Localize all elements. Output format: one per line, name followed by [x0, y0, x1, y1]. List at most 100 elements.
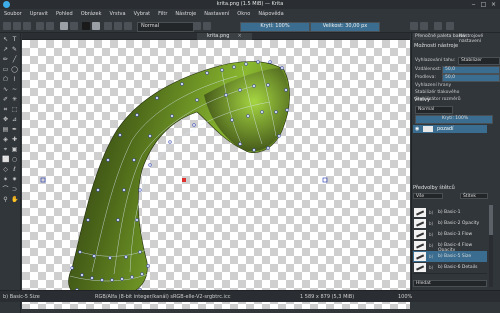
menu-edit[interactable]: Upravit — [26, 9, 52, 17]
status-zoom[interactable]: 100% — [398, 294, 412, 300]
wrap-around-icon[interactable] — [434, 22, 442, 30]
tab-tool-options[interactable]: Nástrojové nastavení — [457, 33, 500, 45]
rect-select-icon[interactable]: ⬜ — [2, 156, 9, 163]
document-tab-label: krita.png — [207, 33, 230, 39]
reference-image-icon[interactable]: ▣ — [11, 146, 18, 153]
menu-image[interactable]: Obrázek — [77, 9, 106, 17]
layer-blend-select[interactable]: Normal — [415, 106, 453, 114]
new-document-icon[interactable] — [3, 22, 11, 30]
alpha-lock-icon[interactable] — [193, 22, 201, 30]
undo-icon[interactable] — [36, 22, 44, 30]
minimize-icon[interactable]: ‒ — [470, 1, 477, 8]
preset-tag-select[interactable]: Štítek — [460, 193, 488, 199]
preset-name: b) Basic-6 Details — [438, 265, 478, 270]
ellipse-select-icon[interactable]: ○ — [11, 156, 18, 163]
maximize-icon[interactable]: □ — [480, 1, 487, 8]
fill-tool-icon[interactable]: ◈ — [2, 136, 9, 143]
select-shapes-icon[interactable]: ↖ — [2, 36, 9, 43]
smoothing-select[interactable]: Stabilizer — [458, 57, 500, 65]
preset-number: b) — [429, 221, 434, 226]
mirror-vertical-icon[interactable] — [420, 22, 428, 30]
document-tab[interactable]: krita.png × — [197, 33, 252, 40]
brush-settings-icon[interactable] — [114, 22, 122, 30]
save-icon[interactable] — [23, 22, 31, 30]
blend-mode-select[interactable]: Normal — [137, 22, 194, 32]
presets-scrollbar[interactable] — [489, 205, 493, 287]
menu-view[interactable]: Pohled — [52, 9, 77, 17]
gradient-tool-icon[interactable]: ▤ — [2, 126, 9, 133]
opacity-slider[interactable]: Krytí: 100% — [240, 22, 310, 32]
redo-icon[interactable] — [46, 22, 54, 30]
polyline-tool-icon[interactable]: ⌇ — [11, 76, 18, 83]
preset-number: b) — [429, 232, 434, 237]
background-color-swatch[interactable] — [92, 22, 100, 30]
menu-window[interactable]: Okno — [233, 9, 254, 17]
document-tabbar: krita.png × — [22, 33, 410, 40]
layer-thumbnail — [423, 126, 433, 132]
open-document-icon[interactable] — [13, 22, 21, 30]
transform-tool-icon[interactable]: ⬚ — [11, 106, 18, 113]
calligraphy-icon[interactable]: ✎ — [11, 46, 18, 53]
multibrush-icon[interactable]: ✳ — [11, 96, 18, 103]
scrollbar-thumb[interactable] — [489, 205, 493, 235]
preset-thumbnail — [414, 263, 426, 272]
color-picker-icon[interactable]: ✒ — [11, 126, 18, 133]
measure-tool-icon[interactable]: ⌖ — [2, 146, 9, 153]
freehand-select-icon[interactable]: ℓ — [11, 166, 18, 173]
freehand-path-icon[interactable]: ~ — [11, 86, 18, 93]
canvas[interactable] — [22, 40, 410, 309]
main-toolbar: Normal Krytí: 100% Velikost: 30,00 px — [0, 19, 500, 33]
rectangle-tool-icon[interactable]: ▭ — [2, 66, 9, 73]
menu-settings[interactable]: Nastavení — [200, 9, 233, 17]
preset-filter-select[interactable]: Vše — [413, 193, 443, 199]
assistant-tool-icon[interactable]: ⊿ — [11, 116, 18, 123]
similar-select-icon[interactable]: ✷ — [11, 176, 18, 183]
zoom-tool-icon[interactable]: ⚲ — [2, 196, 9, 203]
crop-tool-icon[interactable]: ⌗ — [2, 106, 9, 113]
pan-tool-icon[interactable]: ✋ — [11, 196, 18, 203]
preset-thumbnail — [414, 252, 426, 261]
menu-layer[interactable]: Vrstva — [106, 9, 130, 17]
menu-file[interactable]: Soubor — [0, 9, 26, 17]
eraser-mode-icon[interactable] — [124, 22, 132, 30]
menu-select[interactable]: Vybrat — [130, 9, 155, 17]
edit-shapes-icon[interactable]: ↗ — [2, 46, 9, 53]
delay-slider[interactable]: 50,0 — [442, 74, 500, 82]
pattern-icon[interactable] — [70, 22, 78, 30]
menu-filter[interactable]: Filtr — [154, 9, 171, 17]
bezier-tool-icon[interactable]: ∿ — [2, 86, 9, 93]
smart-patch-icon[interactable]: ✚ — [11, 136, 18, 143]
text-tool-icon[interactable]: T — [11, 36, 18, 43]
preset-number: b) — [429, 243, 434, 248]
preset-search-input[interactable]: Hledat — [413, 280, 487, 287]
menu-help[interactable]: Nápověda — [254, 9, 287, 17]
layer-row[interactable]: ◉ pozadí — [413, 125, 487, 133]
magnetic-select-icon[interactable]: ⊃ — [11, 186, 18, 193]
brush-preset-icon[interactable] — [104, 22, 112, 30]
preset-item[interactable]: b) b) Basic-6 Details — [413, 262, 487, 274]
freehand-brush-icon[interactable]: ✏ — [2, 56, 9, 63]
distance-slider[interactable]: 50,0 — [442, 66, 500, 74]
workspace-icon[interactable] — [446, 22, 454, 30]
close-tab-icon[interactable]: × — [237, 33, 241, 39]
contiguous-select-icon[interactable]: ✶ — [2, 176, 9, 183]
smoothing-label: Vyhlazování tahu: — [415, 58, 456, 63]
eye-icon[interactable]: ◉ — [415, 126, 421, 132]
foreground-color-swatch[interactable] — [82, 22, 90, 30]
status-bar: b) Basic-5 Size RGB/Alfa (8-bit integer/… — [0, 290, 500, 302]
eraser-icon[interactable] — [203, 22, 211, 30]
size-slider[interactable]: Velikost: 30,00 px — [310, 22, 380, 32]
polygon-tool-icon[interactable]: ⬠ — [2, 76, 9, 83]
polygon-select-icon[interactable]: ◇ — [2, 166, 9, 173]
close-icon[interactable]: × — [490, 1, 497, 8]
move-tool-icon[interactable]: ✥ — [2, 116, 9, 123]
mirror-horizontal-icon[interactable] — [410, 22, 418, 30]
layer-opacity-slider[interactable]: Krytí: 100% — [415, 115, 493, 124]
bezier-select-icon[interactable]: ⌒ — [2, 186, 9, 193]
ellipse-tool-icon[interactable]: ◯ — [11, 66, 18, 73]
menu-tools[interactable]: Nástroje — [171, 9, 200, 17]
line-tool-icon[interactable]: ╱ — [11, 56, 18, 63]
dynamic-brush-icon[interactable]: ✐ — [2, 96, 9, 103]
bbox-handle-right — [322, 177, 328, 183]
gradient-icon[interactable] — [60, 22, 68, 30]
